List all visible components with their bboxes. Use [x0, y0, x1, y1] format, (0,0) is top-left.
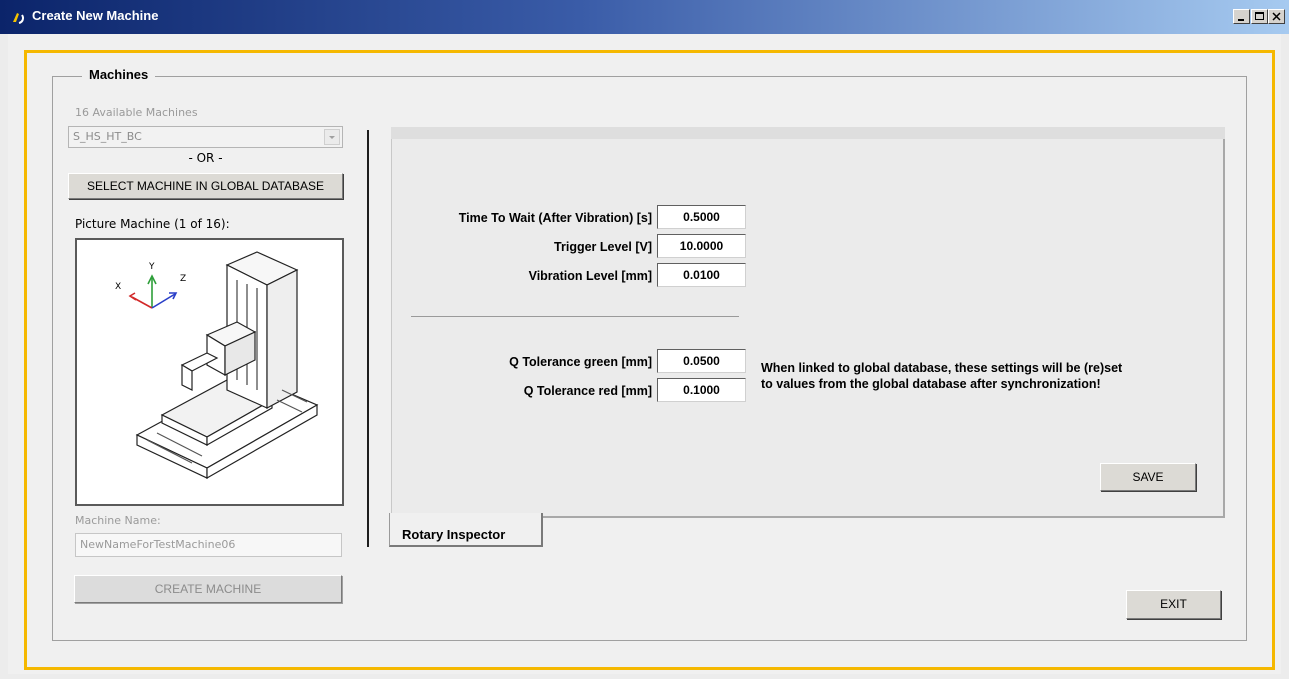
vibration-level-input[interactable]: 0.0100: [657, 263, 746, 287]
save-button[interactable]: SAVE: [1100, 463, 1196, 491]
trigger-level-input[interactable]: 10.0000: [657, 234, 746, 258]
title-bar[interactable]: Create New Machine: [0, 0, 1289, 34]
rotary-inspector-panel: [391, 127, 1225, 518]
q-tolerance-green-input[interactable]: 0.0500: [657, 349, 746, 373]
close-button[interactable]: [1268, 9, 1285, 24]
q-tolerance-red-label: Q Tolerance red [mm]: [523, 384, 652, 398]
maximize-icon: [1255, 12, 1264, 20]
tab-rotary-inspector-label: Rotary Inspector: [402, 527, 506, 542]
y-axis-label: Y: [148, 262, 155, 272]
app-icon: [13, 13, 24, 24]
q-tolerance-green-label: Q Tolerance green [mm]: [509, 355, 652, 369]
trigger-level-label: Trigger Level [V]: [554, 240, 652, 254]
column-divider: [367, 130, 369, 547]
exit-button[interactable]: EXIT: [1126, 590, 1221, 619]
settings-divider: [411, 316, 739, 317]
machine-name-input[interactable]: NewNameForTestMachine06: [75, 533, 342, 557]
global-database-note: When linked to global database, these se…: [761, 360, 1122, 392]
create-machine-button[interactable]: CREATE MACHINE: [74, 575, 342, 603]
machine-drawing: Y X Z: [115, 251, 319, 480]
maximize-button[interactable]: [1251, 9, 1268, 24]
panel-header-strip: [391, 127, 1225, 139]
machine-select[interactable]: S_HS_HT_BC: [68, 126, 343, 148]
window-title: Create New Machine: [32, 8, 159, 23]
minimize-icon: [1238, 19, 1244, 21]
time-to-wait-label: Time To Wait (After Vibration) [s]: [458, 211, 652, 225]
available-machines-label: 16 Available Machines: [75, 106, 198, 119]
time-to-wait-input[interactable]: 0.5000: [657, 205, 746, 229]
close-icon: [1272, 12, 1281, 21]
global-database-note-line2: to values from the global database after…: [761, 377, 1101, 391]
or-label: - OR -: [188, 151, 223, 165]
vibration-level-label: Vibration Level [mm]: [528, 269, 652, 283]
picture-machine-label: Picture Machine (1 of 16):: [75, 217, 230, 231]
z-axis-label: Z: [180, 274, 186, 284]
q-tolerance-red-input[interactable]: 0.1000: [657, 378, 746, 402]
machine-name-label: Machine Name:: [75, 514, 161, 527]
machine-select-value: S_HS_HT_BC: [73, 130, 142, 143]
machine-picture: Y X Z: [75, 238, 344, 506]
select-machine-global-database-button[interactable]: SELECT MACHINE IN GLOBAL DATABASE: [68, 173, 343, 199]
x-axis-label: X: [115, 282, 121, 292]
chevron-down-icon[interactable]: [324, 129, 340, 145]
machine-name-value: NewNameForTestMachine06: [80, 538, 236, 551]
tab-rotary-inspector[interactable]: Rotary Inspector: [389, 513, 543, 547]
machines-group-title: Machines: [82, 67, 156, 82]
global-database-note-line1: When linked to global database, these se…: [761, 361, 1123, 375]
minimize-button[interactable]: [1233, 9, 1250, 24]
